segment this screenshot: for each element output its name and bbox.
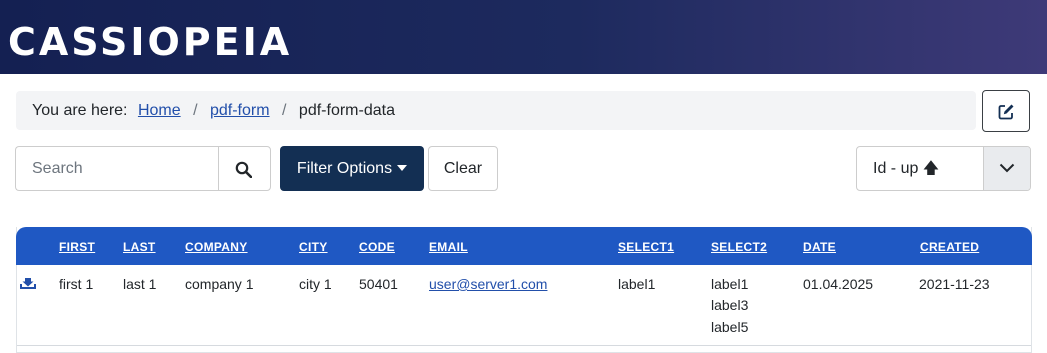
site-header: CASSIOPEIA <box>0 0 1047 74</box>
download-icon[interactable] <box>20 276 36 290</box>
table-header: First Last Company City Code Email Selec… <box>16 227 1032 265</box>
sort-order-select[interactable]: Id - up 🡅 <box>856 146 1031 191</box>
select-toggle[interactable] <box>983 147 1030 190</box>
cell-last: last 1 <box>123 276 157 292</box>
brand-logo[interactable]: CASSIOPEIA <box>8 19 292 65</box>
row-divider <box>17 345 1031 346</box>
edit-icon <box>998 104 1014 120</box>
cell-email: user@server1.com <box>429 274 547 295</box>
column-header-created[interactable]: Created <box>920 227 979 267</box>
cell-select2-item: label5 <box>711 319 749 335</box>
column-header-code[interactable]: Code <box>359 227 395 267</box>
breadcrumb-separator: / <box>282 102 287 119</box>
column-header-company[interactable]: Company <box>185 227 248 267</box>
column-header-select1[interactable]: Select1 <box>618 227 674 267</box>
clear-button[interactable]: Clear <box>428 146 498 191</box>
email-link[interactable]: user@server1.com <box>429 276 547 292</box>
filter-options-button[interactable]: Filter Options <box>280 146 424 191</box>
cell-created: 2021-11-23 <box>919 276 990 292</box>
breadcrumb-pdf-form-link[interactable]: pdf-form <box>210 102 270 119</box>
chevron-down-icon <box>999 163 1015 173</box>
breadcrumb-separator: / <box>193 102 198 119</box>
column-header-email[interactable]: Email <box>429 227 468 267</box>
filter-options-label: Filter Options <box>296 160 393 177</box>
data-table: First Last Company City Code Email Selec… <box>16 227 1032 353</box>
sort-order-value: Id - up 🡅 <box>873 160 940 177</box>
breadcrumb-current: pdf-form-data <box>298 102 395 119</box>
search-icon <box>235 161 252 178</box>
cell-date: 01.04.2025 <box>803 276 874 292</box>
breadcrumb-home-link[interactable]: Home <box>138 102 181 119</box>
cell-company: company 1 <box>185 276 254 292</box>
breadcrumb-prefix: You are here: <box>32 102 128 119</box>
cell-code: 50401 <box>359 276 398 292</box>
cell-select1: label1 <box>618 276 656 292</box>
column-header-select2[interactable]: Select2 <box>711 227 767 267</box>
search-input[interactable]: Search <box>15 146 219 191</box>
column-header-date[interactable]: Date <box>803 227 836 267</box>
cell-select2-item: label3 <box>711 297 749 313</box>
edit-module-button[interactable] <box>982 90 1030 132</box>
cell-first: first 1 <box>59 276 94 292</box>
caret-down-icon <box>397 165 408 171</box>
cell-city: city 1 <box>299 276 332 292</box>
breadcrumb: You are here: Home / pdf-form / pdf-form… <box>16 91 976 130</box>
column-header-first[interactable]: First <box>59 227 95 267</box>
cell-select2-item: label1 <box>711 276 749 292</box>
search-button[interactable] <box>218 146 271 191</box>
column-header-last[interactable]: Last <box>123 227 156 267</box>
column-header-city[interactable]: City <box>299 227 328 267</box>
